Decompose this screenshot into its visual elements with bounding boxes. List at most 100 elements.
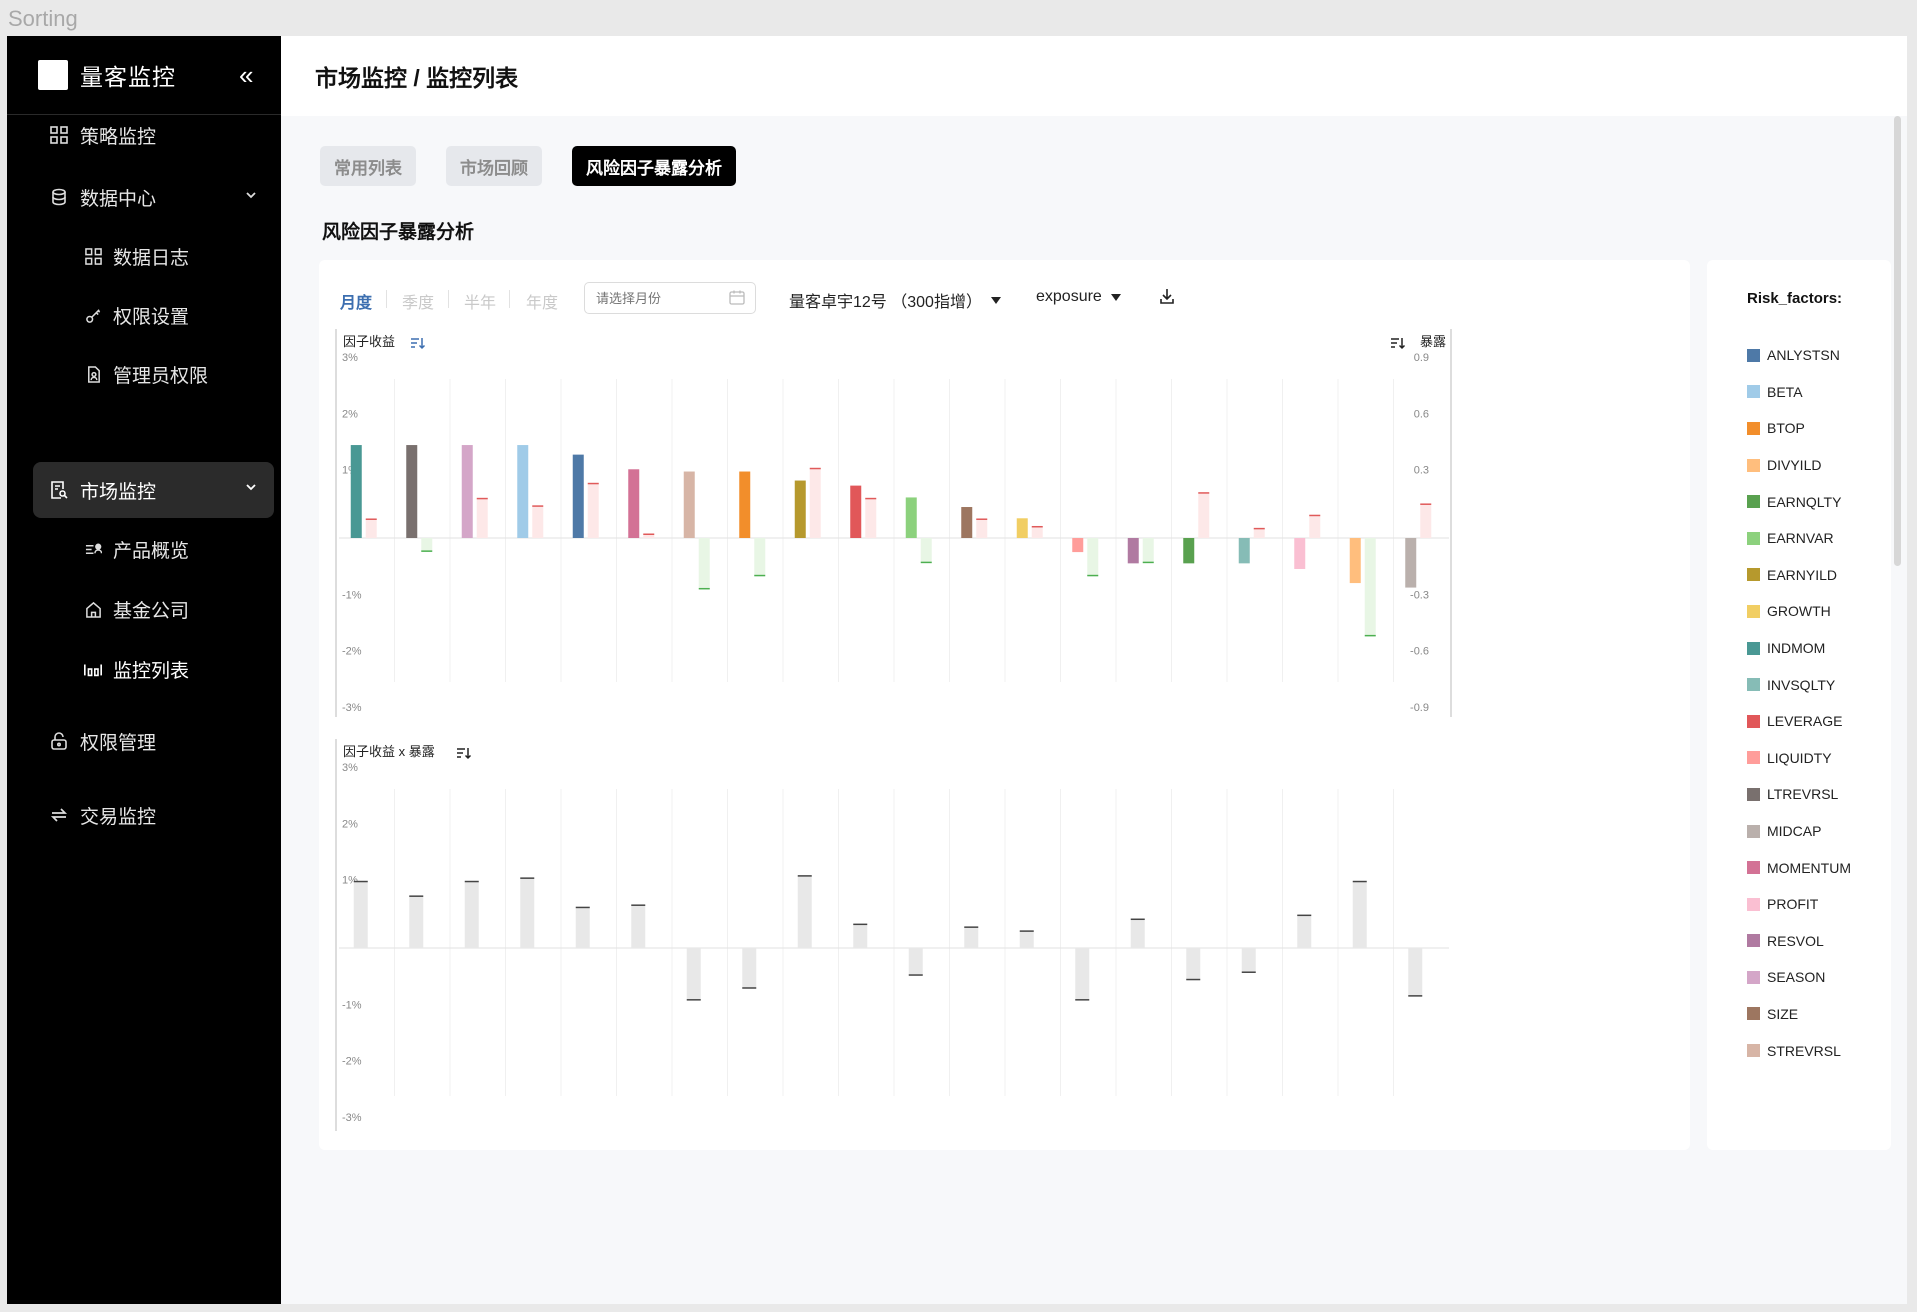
sidebar-item-datacenter[interactable]: 数据中心 <box>33 170 274 224</box>
sidebar-item-product[interactable]: 产品概览 <box>33 525 274 573</box>
y-tick-label: 3% <box>342 352 358 364</box>
legend-item[interactable]: EARNVAR <box>1747 520 1851 557</box>
bar-product <box>853 924 868 948</box>
legend-item[interactable]: EARNYILD <box>1747 557 1851 594</box>
bar-exposure <box>1142 538 1154 563</box>
legend-swatch <box>1747 604 1760 618</box>
sort-icon-arrow <box>1398 338 1406 350</box>
legend-label: INVSQLTY <box>1767 676 1836 693</box>
sidebar-item-permmgmt[interactable]: 权限管理 <box>33 714 274 768</box>
breadcrumb: 市场监控 / 监控列表 <box>315 65 519 91</box>
legend-label: BTOP <box>1767 420 1805 437</box>
bar-product <box>1352 881 1367 948</box>
sidebar-item-market[interactable]: 市场监控 <box>33 462 274 518</box>
bar-product <box>409 896 424 948</box>
collapse-sidebar-button[interactable]: « <box>239 62 253 88</box>
sidebar-item-strategy[interactable]: 策略监控 <box>33 108 274 162</box>
legend-swatch <box>1747 824 1760 838</box>
bar-product <box>1075 948 1090 1000</box>
legend-swatch <box>1747 787 1760 801</box>
main-content: 市场监控 / 监控列表 常用列表 市场回顾 风险因子暴露分析 风险因子暴露分析 … <box>281 36 1907 1304</box>
sidebar-item-adminperm[interactable]: 管理员权限 <box>33 350 274 398</box>
logo <box>38 60 68 90</box>
bar-factor-return <box>905 497 917 538</box>
y-tick-label: 3% <box>342 762 358 774</box>
sidebar-item-label: 权限管理 <box>80 732 157 754</box>
tab-bar: 常用列表 市场回顾 风险因子暴露分析 <box>320 146 736 186</box>
bar-exposure <box>920 538 932 563</box>
sort-icon-arrow <box>418 338 426 350</box>
legend-item[interactable]: BETA <box>1747 374 1851 411</box>
legend-item[interactable]: EARNQLTY <box>1747 483 1851 520</box>
legend-item[interactable]: INVSQLTY <box>1747 666 1851 703</box>
legend-item[interactable]: DIVYILD <box>1747 447 1851 484</box>
bar-factor-return <box>739 471 751 538</box>
bar-exposure <box>1309 515 1321 538</box>
file-user-icon <box>83 364 103 384</box>
window-title: Sorting <box>8 6 78 31</box>
key-icon <box>83 305 103 325</box>
vertical-scrollbar[interactable] <box>1894 116 1901 566</box>
sort-icon <box>1391 338 1406 350</box>
y-tick-label-right: -0.9 <box>1410 702 1429 714</box>
sidebar: 量客监控 « 策略监控 数据中心 数据日志 权限设置 管理员权限 市场监控 产品… <box>7 36 281 1304</box>
legend-label: EARNQLTY <box>1767 493 1842 510</box>
sort-icon <box>411 338 426 350</box>
bar-exposure <box>365 519 377 538</box>
bar-factor-return <box>628 469 640 538</box>
bar-product <box>520 878 535 948</box>
legend-item[interactable]: MOMENTUM <box>1747 849 1851 886</box>
legend-item[interactable]: GROWTH <box>1747 593 1851 630</box>
bar-exposure <box>1420 504 1432 538</box>
sidebar-item-label: 监控列表 <box>113 660 190 682</box>
legend-item[interactable]: PROFIT <box>1747 886 1851 923</box>
chart-title: 因子收益 <box>343 334 395 349</box>
bar-factor-return <box>961 507 973 538</box>
bar-factor-return <box>1072 538 1084 553</box>
legend-label: PROFIT <box>1767 896 1819 913</box>
chevron-down-icon <box>244 480 258 499</box>
legend-item[interactable]: RESVOL <box>1747 923 1851 960</box>
legend-item[interactable]: SEASON <box>1747 959 1851 996</box>
legend-label: MOMENTUM <box>1767 859 1851 876</box>
report-search-icon <box>49 480 69 500</box>
bar-factor-return <box>1405 538 1417 588</box>
tab-risk-factor[interactable]: 风险因子暴露分析 <box>572 146 736 186</box>
legend-swatch <box>1747 714 1760 728</box>
sidebar-item-fund[interactable]: 基金公司 <box>33 585 274 633</box>
legend-item[interactable]: INDMOM <box>1747 630 1851 667</box>
brand-name: 量客监控 <box>80 64 176 90</box>
bar-product <box>686 948 701 1000</box>
legend-label: LTREVRSL <box>1767 786 1839 803</box>
legend-item[interactable]: LTREVRSL <box>1747 776 1851 813</box>
list-user-icon <box>83 539 103 559</box>
legend-item[interactable]: LEVERAGE <box>1747 703 1851 740</box>
y-tick-label: -2% <box>342 1056 362 1068</box>
sidebar-item-trade[interactable]: 交易监控 <box>33 788 274 842</box>
legend-item[interactable]: MIDCAP <box>1747 813 1851 850</box>
legend-item[interactable]: STREVRSL <box>1747 1032 1851 1069</box>
sidebar-item-permsettings[interactable]: 权限设置 <box>33 291 274 339</box>
legend-label: LIQUIDTY <box>1767 749 1832 766</box>
bar-factor-return <box>850 485 862 538</box>
sidebar-item-label: 基金公司 <box>113 600 190 622</box>
bar-exposure <box>476 498 488 538</box>
legend-item[interactable]: ANLYSTSN <box>1747 337 1851 374</box>
sidebar-item-datalog[interactable]: 数据日志 <box>33 232 274 280</box>
legend-item[interactable]: BTOP <box>1747 410 1851 447</box>
legend-item[interactable]: LIQUIDTY <box>1747 740 1851 777</box>
legend-swatch <box>1747 1044 1760 1058</box>
legend-swatch <box>1747 458 1760 472</box>
bar-product <box>1019 931 1034 948</box>
tab-market-review[interactable]: 市场回顾 <box>446 146 542 186</box>
sidebar-item-monitorlist[interactable]: 监控列表 <box>33 645 274 693</box>
legend-item[interactable]: SIZE <box>1747 996 1851 1033</box>
sidebar-item-label: 交易监控 <box>80 806 157 828</box>
legend-label: INDMOM <box>1767 640 1826 657</box>
sort-icon <box>457 748 472 760</box>
bar-product <box>1186 948 1201 980</box>
legend-label: GROWTH <box>1767 603 1831 620</box>
tab-common-list[interactable]: 常用列表 <box>320 146 416 186</box>
legend-label: LEVERAGE <box>1767 713 1843 730</box>
sidebar-item-label: 数据日志 <box>113 247 190 269</box>
